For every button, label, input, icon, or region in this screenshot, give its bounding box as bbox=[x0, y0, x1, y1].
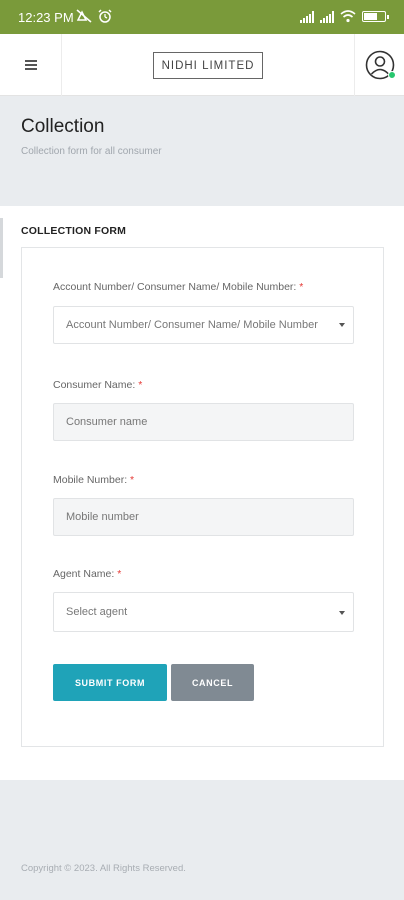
required-mark: * bbox=[117, 568, 122, 580]
scroll-indicator bbox=[0, 218, 3, 278]
battery-icon bbox=[362, 11, 389, 22]
chevron-down-icon bbox=[339, 611, 345, 615]
brand-logo[interactable]: NIDHI LIMITED bbox=[153, 52, 263, 79]
battery-level bbox=[364, 13, 378, 20]
required-mark: * bbox=[130, 474, 135, 486]
mobile-number-placeholder: Mobile number bbox=[66, 511, 139, 523]
account-search-label: Account Number/ Consumer Name/ Mobile Nu… bbox=[53, 281, 304, 293]
hamburger-icon bbox=[24, 58, 37, 72]
drive-mode-icon bbox=[76, 9, 92, 23]
required-mark: * bbox=[138, 379, 143, 391]
account-search-placeholder: Account Number/ Consumer Name/ Mobile Nu… bbox=[66, 319, 318, 331]
agent-name-label: Agent Name: * bbox=[53, 568, 122, 580]
submit-form-button[interactable]: SUBMIT FORM bbox=[53, 664, 167, 701]
profile-button[interactable] bbox=[354, 34, 404, 96]
page-subtitle: Collection form for all consumer bbox=[21, 146, 162, 157]
chevron-down-icon bbox=[339, 323, 345, 327]
agent-select-placeholder: Select agent bbox=[66, 606, 128, 618]
account-search-select[interactable]: Account Number/ Consumer Name/ Mobile Nu… bbox=[53, 306, 354, 344]
wifi-icon bbox=[340, 10, 356, 23]
required-mark: * bbox=[299, 281, 304, 293]
alarm-icon bbox=[98, 9, 112, 23]
copyright-text: Copyright © 2023. All Rights Reserved. bbox=[21, 863, 186, 874]
section-title: COLLECTION FORM bbox=[21, 225, 127, 237]
consumer-name-placeholder: Consumer name bbox=[66, 416, 148, 428]
footer: Copyright © 2023. All Rights Reserved. bbox=[0, 780, 404, 900]
content-panel: COLLECTION FORM Account Number/ Consumer… bbox=[0, 206, 404, 780]
agent-select[interactable]: Select agent bbox=[53, 592, 354, 632]
mobile-number-input[interactable]: Mobile number bbox=[53, 498, 354, 536]
page-title: Collection bbox=[21, 116, 105, 137]
cancel-button[interactable]: CANCEL bbox=[171, 664, 254, 701]
app-header: NIDHI LIMITED bbox=[0, 34, 404, 96]
status-time: 12:23 PM bbox=[18, 10, 74, 25]
consumer-name-input[interactable]: Consumer name bbox=[53, 403, 354, 441]
collection-form: Account Number/ Consumer Name/ Mobile Nu… bbox=[21, 247, 384, 747]
page-header: Collection Collection form for all consu… bbox=[0, 96, 404, 194]
mobile-number-label: Mobile Number: * bbox=[53, 474, 135, 486]
avatar bbox=[365, 50, 396, 80]
status-bar: 12:23 PM bbox=[0, 0, 404, 34]
signal-icon bbox=[300, 10, 314, 23]
consumer-name-label: Consumer Name: * bbox=[53, 379, 143, 391]
online-status-dot bbox=[387, 71, 396, 79]
signal-icon-2 bbox=[320, 10, 334, 23]
status-left-icons bbox=[76, 9, 112, 23]
menu-button[interactable] bbox=[0, 34, 62, 96]
status-right-icons bbox=[300, 10, 389, 23]
